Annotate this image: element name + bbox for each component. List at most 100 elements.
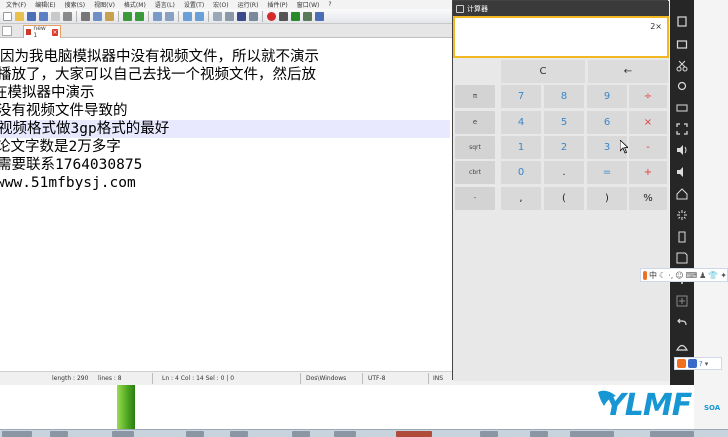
- menu-language[interactable]: 语言(L): [155, 0, 175, 9]
- close-paren-button[interactable]: ): [587, 187, 627, 210]
- plus-button[interactable]: +: [629, 161, 667, 184]
- save-icon[interactable]: [27, 11, 36, 21]
- backspace-button[interactable]: ←: [588, 60, 668, 83]
- taskbar-item[interactable]: [480, 431, 498, 437]
- word-wrap-icon[interactable]: [225, 11, 234, 21]
- close-icon[interactable]: [51, 11, 60, 21]
- divide-button[interactable]: ÷: [629, 85, 667, 108]
- taskbar-item[interactable]: [112, 431, 134, 437]
- menu-view[interactable]: 视图(V): [94, 0, 115, 9]
- cut-icon[interactable]: [81, 11, 90, 21]
- replace-icon[interactable]: [165, 11, 174, 21]
- clothing-icon[interactable]: 👕: [708, 271, 718, 280]
- punctuation-icon[interactable]: ·,: [668, 271, 673, 280]
- new-file-icon[interactable]: [3, 11, 12, 21]
- document-list-icon[interactable]: [2, 26, 12, 36]
- menu-search[interactable]: 搜索(S): [65, 0, 86, 9]
- emoji-icon[interactable]: ☺: [675, 271, 683, 280]
- undo-icon[interactable]: [123, 11, 132, 21]
- taskbar-item[interactable]: [650, 431, 694, 437]
- menu-settings[interactable]: 设置(T): [184, 0, 204, 9]
- moon-icon[interactable]: ☾: [659, 271, 666, 280]
- record-macro-icon[interactable]: [267, 11, 276, 21]
- taskbar-item[interactable]: [530, 431, 548, 437]
- play-macro-icon[interactable]: [291, 11, 300, 21]
- decimal-point-button[interactable]: .: [544, 161, 584, 184]
- equals-button[interactable]: =: [587, 161, 627, 184]
- digit-9-button[interactable]: 9: [587, 85, 627, 108]
- percent-button[interactable]: %: [629, 187, 667, 210]
- menu-file[interactable]: 文件(F): [6, 0, 26, 9]
- e-button[interactable]: e: [455, 111, 495, 134]
- taskbar-item[interactable]: [396, 431, 432, 437]
- menu-format[interactable]: 格式(M): [124, 0, 146, 9]
- ime-mini-bar[interactable]: ? ▾: [674, 357, 722, 370]
- digit-6-button[interactable]: 6: [587, 111, 627, 134]
- volume-down-icon[interactable]: [676, 163, 688, 177]
- sqrt-button[interactable]: sqrt: [455, 136, 495, 159]
- taskbar-item[interactable]: [570, 431, 614, 437]
- cut-icon[interactable]: [676, 57, 688, 72]
- cbrt-button[interactable]: cbrt: [455, 161, 495, 184]
- menu-window[interactable]: 窗口(W): [297, 0, 320, 9]
- shake-icon[interactable]: [676, 206, 688, 220]
- save-all-icon[interactable]: [39, 11, 48, 21]
- user-icon[interactable]: ♟: [699, 271, 706, 280]
- tab-close-icon[interactable]: ×: [51, 28, 58, 36]
- home-icon[interactable]: [675, 337, 689, 351]
- digit-5-button[interactable]: 5: [544, 111, 584, 134]
- digit-0-button[interactable]: 0: [501, 161, 541, 184]
- taskbar-item[interactable]: [50, 431, 68, 437]
- run-macro-icon[interactable]: [303, 11, 312, 21]
- stop-macro-icon[interactable]: [279, 11, 288, 21]
- clear-button[interactable]: C: [501, 60, 585, 83]
- chevron-down-icon[interactable]: ▾: [705, 360, 709, 368]
- digit-8-button[interactable]: 8: [544, 85, 584, 108]
- digit-7-button[interactable]: 7: [501, 85, 541, 108]
- help-icon[interactable]: ?: [699, 360, 703, 368]
- digit-1-button[interactable]: 1: [501, 136, 541, 159]
- ime-mode-label[interactable]: 中: [649, 270, 657, 281]
- taskbar-item[interactable]: [334, 431, 356, 437]
- multiply-button[interactable]: ×: [629, 111, 667, 134]
- zoom-out-icon[interactable]: [195, 11, 204, 21]
- menu-help[interactable]: ?: [328, 1, 331, 8]
- menu-plugins[interactable]: 插件(P): [267, 0, 287, 9]
- taskbar-item[interactable]: [2, 431, 32, 437]
- find-icon[interactable]: [153, 11, 162, 21]
- minus-button[interactable]: -: [629, 136, 667, 159]
- home-screen-icon[interactable]: [676, 185, 688, 200]
- menu-run[interactable]: 运行(R): [238, 0, 259, 9]
- fullscreen-icon[interactable]: [676, 120, 688, 135]
- power-icon[interactable]: [676, 12, 688, 27]
- negate-button[interactable]: -: [455, 187, 495, 210]
- location-icon[interactable]: [676, 78, 688, 91]
- show-all-chars-icon[interactable]: [237, 11, 246, 21]
- menu-macro[interactable]: 宏(O): [213, 0, 228, 9]
- phone-icon[interactable]: [676, 228, 688, 243]
- tab-new-1[interactable]: new 1 ×: [23, 25, 61, 39]
- zoom-in-icon[interactable]: [183, 11, 192, 21]
- taskbar-item[interactable]: [186, 431, 204, 437]
- ime-toolbar[interactable]: 中 ☾ ·, ☺ ⌨ ♟ 👕 ✦: [640, 268, 728, 282]
- tools-icon[interactable]: ✦: [720, 271, 727, 280]
- comma-button[interactable]: ,: [501, 187, 541, 210]
- taskbar-item[interactable]: [292, 431, 310, 437]
- save-icon[interactable]: [676, 249, 688, 264]
- back-icon[interactable]: [676, 314, 688, 326]
- screenshot-icon[interactable]: [676, 35, 688, 49]
- paste-icon[interactable]: [105, 11, 114, 21]
- sync-scroll-icon[interactable]: [213, 11, 222, 21]
- copy-icon[interactable]: [93, 11, 102, 21]
- volume-up-icon[interactable]: [676, 141, 688, 155]
- save-macro-icon[interactable]: [315, 11, 324, 21]
- keyboard-icon[interactable]: [676, 99, 688, 112]
- digit-2-button[interactable]: 2: [544, 136, 584, 159]
- keyboard-icon[interactable]: ⌨: [686, 271, 698, 280]
- taskbar-item[interactable]: [230, 431, 248, 437]
- pi-button[interactable]: π: [455, 85, 495, 108]
- menu-edit[interactable]: 编辑(E): [35, 0, 55, 9]
- calculator-display[interactable]: 2×: [453, 16, 669, 58]
- open-paren-button[interactable]: (: [544, 187, 584, 210]
- indent-guide-icon[interactable]: [249, 11, 258, 21]
